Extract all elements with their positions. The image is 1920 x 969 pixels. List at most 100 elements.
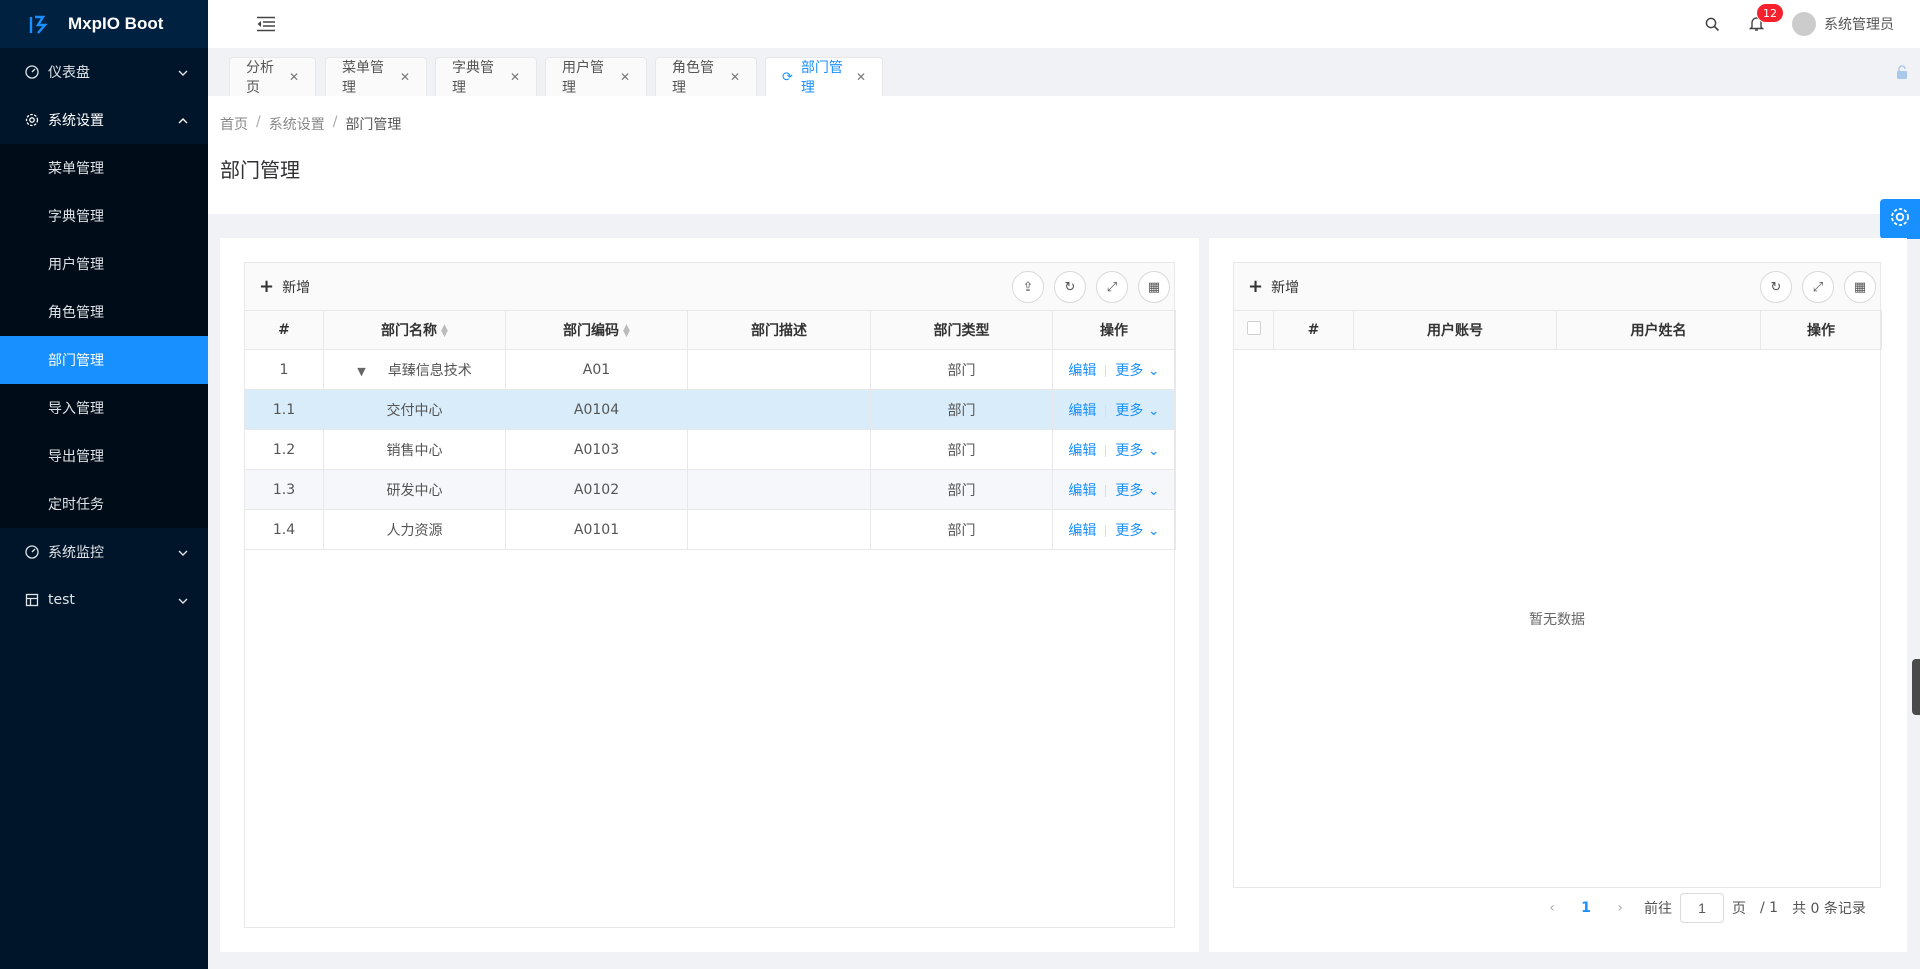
cell-index: 1 [244, 349, 324, 390]
logo[interactable]: MxpIO Boot [0, 0, 208, 48]
close-icon[interactable]: ✕ [510, 70, 520, 84]
avatar[interactable] [1792, 12, 1816, 36]
edit-link[interactable]: 编辑 [1068, 523, 1096, 539]
sidebar-item-dict-management[interactable]: 字典管理 [0, 192, 208, 240]
username[interactable]: 系统管理员 [1824, 14, 1894, 34]
select-all-checkbox[interactable] [1246, 321, 1261, 335]
caret-down-icon[interactable]: ▼ [357, 365, 365, 378]
tab-role-management[interactable]: 角色管理 ✕ [655, 57, 757, 96]
next-page-icon[interactable]: › [1608, 900, 1632, 916]
column-dept-code[interactable]: 部门编码 ▲ ▼ [505, 310, 688, 350]
close-icon[interactable]: ✕ [620, 70, 630, 84]
tab-analysis[interactable]: 分析页 ✕ [229, 57, 316, 96]
sync-icon: ⟳ [782, 69, 793, 85]
breadcrumb-current: 部门管理 [345, 117, 402, 133]
column-dept-name[interactable]: 部门名称 ▲ ▼ [323, 310, 506, 350]
tab-label: 分析页 [246, 60, 274, 96]
sidebar-item-dept-management[interactable]: 部门管理 [0, 336, 208, 384]
breadcrumb-system-settings[interactable]: 系统设置 [269, 114, 325, 134]
sidebar-item-import-management[interactable]: 导入管理 [0, 384, 208, 432]
breadcrumb-home[interactable]: 首页 [220, 114, 248, 134]
fullscreen-icon[interactable]: ⤢ [1802, 271, 1834, 303]
table-icon [24, 592, 40, 608]
search-icon[interactable] [1704, 16, 1720, 32]
sidebar-item-label: 系统设置 [48, 113, 104, 129]
page-header: 首页 / 系统设置 / 部门管理 部门管理 [208, 96, 1920, 214]
submenu-system-settings: 菜单管理 字典管理 用户管理 角色管理 部门管理 导入管理 导出管理 定时任务 [0, 144, 208, 528]
prev-page-icon[interactable]: ‹ [1540, 900, 1564, 916]
chevron-down-icon: ⌄ [1147, 522, 1160, 539]
tab-menu-management[interactable]: 菜单管理 ✕ [325, 57, 427, 96]
goto-label: 前往 [1644, 901, 1672, 917]
add-dept-button[interactable]: + 新增 [259, 276, 310, 297]
refresh-icon[interactable]: ↻ [1054, 271, 1086, 303]
more-dropdown[interactable]: 更多 ⌄ [1115, 523, 1159, 539]
table-row[interactable]: 1.3 研发中心 A0102 部门 编辑 更多 ⌄ [244, 469, 1176, 510]
sidebar-item-scheduled-tasks[interactable]: 定时任务 [0, 480, 208, 528]
sidebar-item-system-settings[interactable]: 系统设置 [0, 96, 208, 144]
column-index: # [1273, 310, 1354, 350]
table-row[interactable]: 1.1 交付中心 A0104 部门 编辑 更多 ⌄ [244, 389, 1176, 430]
close-icon[interactable]: ✕ [289, 70, 299, 84]
sort-icon[interactable]: ▲ ▼ [441, 324, 448, 339]
table-row[interactable]: 1 ▼ 卓臻信息技术 A01 部门 编辑 更多 ⌄ [244, 349, 1176, 390]
sidebar-item-test[interactable]: test [0, 576, 208, 624]
refresh-icon[interactable]: ↻ [1760, 271, 1792, 303]
plus-icon: + [1248, 276, 1264, 297]
more-dropdown[interactable]: 更多 ⌄ [1115, 403, 1159, 419]
sidebar-item-dashboard[interactable]: 仪表盘 [0, 48, 208, 96]
sidebar-menu: 仪表盘 系统设置 菜单管理 字典管理 用户管理 角色管理 部门管理 导入管理 导… [0, 48, 208, 624]
page-jump-input[interactable] [1680, 893, 1724, 923]
sidebar-item-export-management[interactable]: 导出管理 [0, 432, 208, 480]
more-dropdown[interactable]: 更多 ⌄ [1115, 443, 1159, 459]
table-row[interactable]: 1.2 销售中心 A0103 部门 编辑 更多 ⌄ [244, 429, 1176, 470]
sidebar-item-system-monitor[interactable]: 系统监控 [0, 528, 208, 576]
table-tools: ⇪ ↻ ⤢ ▦ [1002, 271, 1170, 303]
tab-dict-management[interactable]: 字典管理 ✕ [435, 57, 537, 96]
column-settings-icon[interactable]: ▦ [1138, 271, 1170, 303]
column-label: 部门编码 [563, 323, 620, 339]
dept-toolbar: + 新增 ⇪ ↻ ⤢ ▦ [244, 262, 1175, 310]
lock-icon[interactable] [1894, 64, 1910, 80]
close-icon[interactable]: ✕ [856, 70, 866, 84]
upload-icon[interactable]: ⇪ [1012, 271, 1044, 303]
close-icon[interactable]: ✕ [730, 70, 740, 84]
sidebar-item-label: 仪表盘 [48, 65, 90, 81]
more-dropdown[interactable]: 更多 ⌄ [1115, 483, 1159, 499]
add-label: 新增 [1271, 279, 1300, 296]
page-number-current[interactable]: 1 [1564, 900, 1608, 916]
sidebar-item-role-management[interactable]: 角色管理 [0, 288, 208, 336]
breadcrumb-separator: / [332, 114, 338, 130]
side-drawer-handle[interactable] [1912, 659, 1920, 715]
tab-dept-management[interactable]: ⟳ 部门管理 ✕ [765, 57, 883, 96]
chevron-down-icon: ⌄ [1147, 362, 1160, 379]
more-dropdown[interactable]: 更多 ⌄ [1115, 363, 1159, 379]
add-user-button[interactable]: + 新增 [1248, 276, 1299, 297]
menu-fold-icon[interactable] [256, 14, 276, 34]
edit-link[interactable]: 编辑 [1068, 443, 1096, 459]
cell-index: 1.1 [244, 389, 324, 430]
edit-link[interactable]: 编辑 [1068, 403, 1096, 419]
cell-dept-desc [687, 509, 871, 550]
tab-user-management[interactable]: 用户管理 ✕ [545, 57, 647, 96]
more-label: 更多 [1115, 362, 1144, 379]
cell-dept-code: A0103 [505, 429, 688, 470]
edit-link[interactable]: 编辑 [1068, 363, 1096, 379]
edit-link[interactable]: 编辑 [1068, 483, 1096, 499]
notification-badge: 12 [1757, 4, 1783, 22]
bell-icon[interactable]: 12 [1748, 4, 1783, 32]
column-select [1233, 310, 1274, 350]
logo-icon [28, 13, 50, 35]
sort-icon[interactable]: ▲ ▼ [623, 324, 630, 339]
cell-actions: 编辑 更多 ⌄ [1052, 469, 1176, 510]
sidebar-item-user-management[interactable]: 用户管理 [0, 240, 208, 288]
column-settings-icon[interactable]: ▦ [1844, 271, 1876, 303]
sidebar-item-menu-management[interactable]: 菜单管理 [0, 144, 208, 192]
page-title: 部门管理 [220, 158, 300, 182]
cell-dept-desc [687, 349, 871, 390]
fullscreen-icon[interactable]: ⤢ [1096, 271, 1128, 303]
table-row[interactable]: 1.4 人力资源 A0101 部门 编辑 更多 ⌄ [244, 509, 1176, 550]
settings-button[interactable] [1880, 199, 1920, 239]
close-icon[interactable]: ✕ [400, 70, 410, 84]
more-label: 更多 [1115, 442, 1144, 459]
